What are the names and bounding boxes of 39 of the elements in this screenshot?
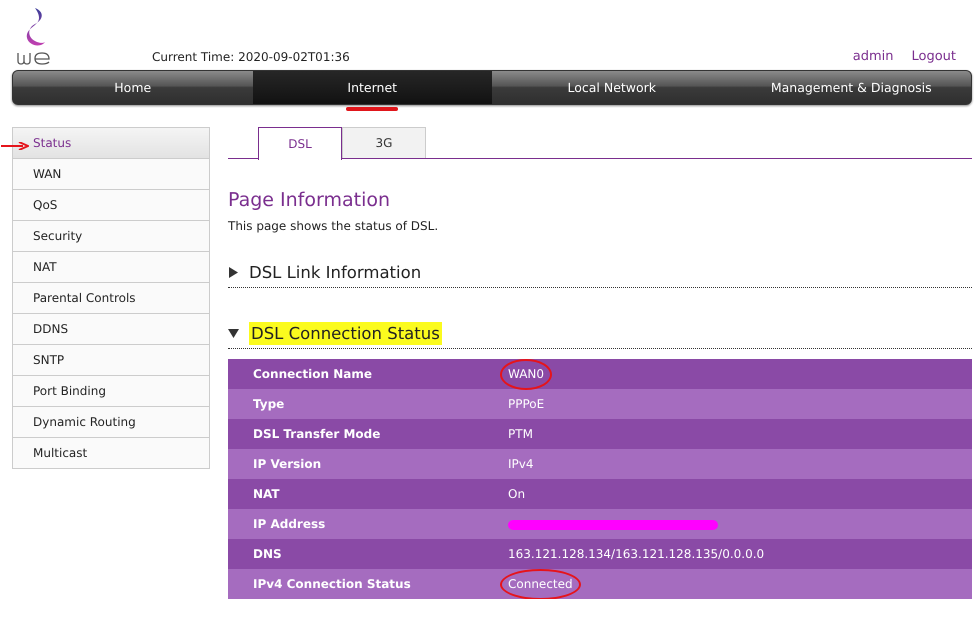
nav-tab[interactable]: Internet (252, 71, 492, 104)
field-label: DSL Transfer Mode (253, 427, 380, 441)
sidebar-item[interactable]: Port Binding (33, 384, 106, 398)
tab[interactable]: DSL (258, 127, 342, 160)
current-time: Current Time: 2020-09-02T01:36 (152, 50, 351, 64)
field-value: WAN0 (508, 367, 544, 381)
sidebar-item[interactable]: DDNS (33, 322, 68, 336)
expander-icon[interactable] (228, 328, 239, 338)
nav-tab[interactable]: Home (13, 71, 252, 104)
page-title: Page Information (228, 189, 392, 211)
logout-link[interactable]: Logout (911, 49, 956, 64)
page-description: This page shows the status of DSL. (228, 219, 440, 233)
sidebar-item[interactable]: QoS (33, 198, 58, 212)
field-label: IP Address (253, 517, 326, 531)
field-label: NAT (253, 487, 280, 501)
expander-icon[interactable] (228, 266, 239, 278)
sidebar-item[interactable]: WAN (33, 167, 62, 181)
field-label: Connection Name (253, 367, 372, 381)
nav-tab[interactable]: Local Network (492, 71, 732, 104)
sidebar-item[interactable]: Multicast (33, 446, 88, 460)
tab[interactable]: 3G (342, 127, 426, 158)
field-value: PTM (508, 427, 533, 441)
field-label: DNS (253, 547, 282, 561)
sidebar-item[interactable]: SNTP (33, 353, 64, 367)
sidebar-item[interactable]: Status (33, 136, 72, 150)
field-value: PPPoE (508, 397, 544, 411)
field-label: Type (253, 397, 284, 411)
section-title[interactable]: DSL Connection Status (249, 322, 442, 344)
sidebar-item[interactable]: NAT (33, 260, 57, 274)
nav-tab[interactable]: Management & Diagnosis (732, 71, 971, 104)
sidebar-item[interactable]: Security (33, 229, 82, 243)
section-title[interactable]: DSL Link Information (249, 262, 422, 282)
field-label: IP Version (253, 457, 322, 471)
field-value: IPv4 (508, 457, 534, 471)
user-link[interactable]: admin (852, 49, 894, 64)
field-label: IPv4 Connection Status (253, 577, 411, 591)
field-value: On (508, 487, 526, 501)
field-value: 163.121.128.134/163.121.128.135/0.0.0.0 (508, 547, 764, 561)
field-value: Connected (508, 577, 573, 591)
